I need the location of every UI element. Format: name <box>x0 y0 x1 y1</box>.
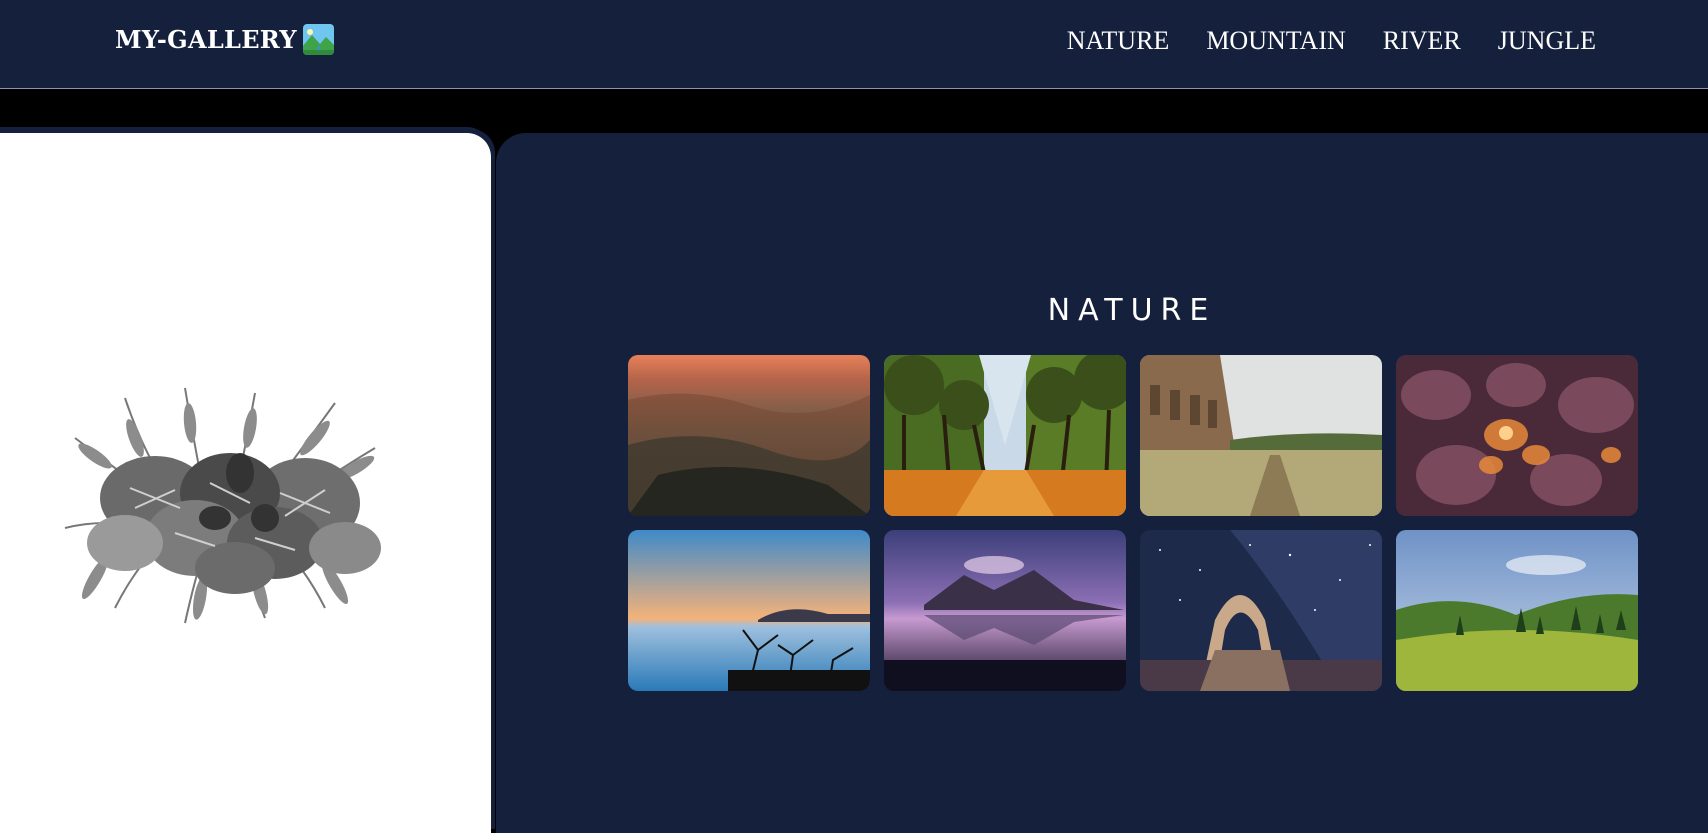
site-logo[interactable]: MY-GALLERY <box>115 24 334 55</box>
photo-autumn-path[interactable] <box>884 355 1126 516</box>
nav-link-mountain[interactable]: MOUNTAIN <box>1206 26 1345 56</box>
photo-green-hills[interactable] <box>1396 530 1638 691</box>
top-navbar: MY-GALLERY NATURE MOUNTAIN RIVER JUNGLE <box>0 0 1708 89</box>
photo-aqueduct[interactable] <box>1140 355 1382 516</box>
gallery-panel: NATURE <box>496 133 1708 833</box>
photo-arch-milky-way[interactable] <box>1140 530 1382 691</box>
nav-link-nature[interactable]: NATURE <box>1067 26 1170 56</box>
tropical-leaves-image <box>64 387 381 624</box>
landscape-emoji-icon <box>302 24 334 55</box>
logo-text: MY-GALLERY <box>115 25 297 54</box>
nav-link-jungle[interactable]: JUNGLE <box>1498 26 1596 56</box>
hero-panel <box>0 133 491 833</box>
photo-mountain-reflection[interactable] <box>884 530 1126 691</box>
photo-sea-of-clouds[interactable] <box>628 530 870 691</box>
photo-grid <box>628 355 1638 691</box>
nav-menu: NATURE MOUNTAIN RIVER JUNGLE <box>1067 26 1596 56</box>
photo-canyon[interactable] <box>628 355 870 516</box>
gallery-title: NATURE <box>1047 293 1217 328</box>
photo-purple-leaves[interactable] <box>1396 355 1638 516</box>
nav-link-river[interactable]: RIVER <box>1383 26 1461 56</box>
